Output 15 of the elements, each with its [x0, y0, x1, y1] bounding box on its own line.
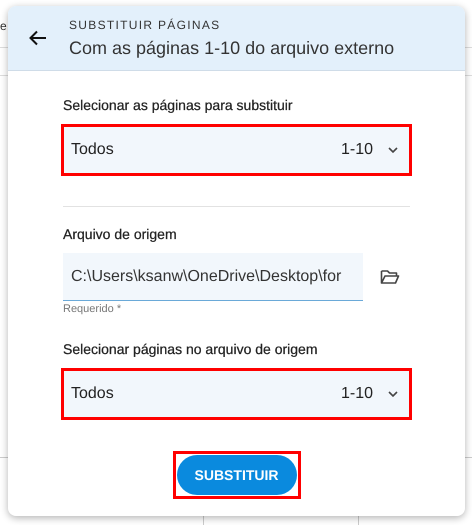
field-label: Arquivo de origem [63, 226, 178, 242]
back-arrow-icon[interactable] [29, 30, 47, 46]
dialog-title: Com as páginas 1-10 do arquivo externo [69, 38, 394, 58]
file-path-field[interactable]: C:\Users\ksanw\OneDrive\Desktop\for [63, 253, 363, 301]
field-label: Selecionar páginas no arquivo de origem [63, 341, 318, 357]
dialog-eyebrow: SUBSTITUIR PÁGINAS [69, 18, 222, 32]
folder-icon[interactable] [380, 269, 400, 285]
page-select[interactable]: Todos 1-10 [64, 127, 409, 173]
page-select[interactable]: Todos 1-10 [64, 371, 409, 417]
field-label: Selecionar as páginas para substituir [63, 97, 294, 113]
substitute-button[interactable]: SUBSTITUIR [176, 455, 296, 495]
caret-icon [387, 390, 399, 398]
background-text: e [0, 19, 7, 33]
helper-text: Requerido * [63, 303, 122, 315]
caret-icon [387, 146, 399, 154]
